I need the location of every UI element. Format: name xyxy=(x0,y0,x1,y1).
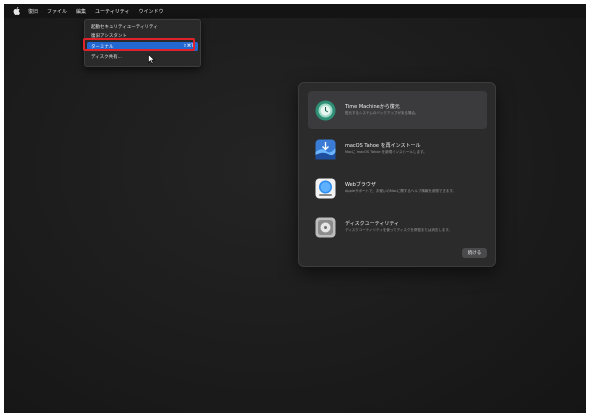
time-machine-icon xyxy=(315,100,336,121)
macos-installer-icon xyxy=(315,139,336,160)
menu-bar: 復旧 ファイル 編集 ユーティリティ ウインドウ xyxy=(4,4,586,18)
option-subtitle: 復元するシステムのバックアップがある場合。 xyxy=(345,111,419,115)
recovery-options-window: Time Machineから復元 復元するシステムのバックアップがある場合。 m… xyxy=(298,82,496,267)
menu-utilities[interactable]: ユーティリティ xyxy=(95,8,129,15)
option-reinstall-macos[interactable]: macOS Tahoe を再インストール Macに macOS Tahoe を新… xyxy=(308,130,487,168)
option-title: ディスクユーティリティ xyxy=(345,221,400,227)
option-time-machine-restore[interactable]: Time Machineから復元 復元するシステムのバックアップがある場合。 xyxy=(308,91,487,129)
option-subtitle: Appleサポートで、お使いのMacに関するヘルプ情報を参照できます。 xyxy=(345,189,457,193)
apple-menu-icon[interactable] xyxy=(12,7,20,16)
continue-button[interactable]: 続ける xyxy=(462,248,487,258)
option-disk-utility[interactable]: ディスクユーティリティ ディスクユーティリティを使ってディスクを修復または消去し… xyxy=(308,208,487,246)
menu-file[interactable]: ファイル xyxy=(47,8,67,15)
option-subtitle: Macに macOS Tahoe を新規インストールします。 xyxy=(345,150,427,154)
mouse-pointer-icon xyxy=(148,49,156,64)
option-web-browser[interactable]: Webブラウザ Appleサポートで、お使いのMacに関するヘルプ情報を参照でき… xyxy=(308,169,487,207)
option-title: Time Machineから復元 xyxy=(345,104,400,110)
safari-icon xyxy=(315,178,336,199)
menu-item-share-disk[interactable]: ディスク共有... xyxy=(91,54,122,60)
annotation-highlight-box xyxy=(83,38,195,51)
disk-utility-icon xyxy=(315,217,336,238)
option-subtitle: ディスクユーティリティを使ってディスクを修復または消去します。 xyxy=(345,228,453,232)
desktop: 復旧 ファイル 編集 ユーティリティ ウインドウ 起動セキュリティユーティリティ… xyxy=(4,4,586,413)
menu-item-startup-security-utility[interactable]: 起動セキュリティユーティリティ xyxy=(91,24,158,30)
menu-recovery[interactable]: 復旧 xyxy=(28,8,38,15)
option-title: macOS Tahoe を再インストール xyxy=(345,143,421,149)
menu-window[interactable]: ウインドウ xyxy=(138,8,163,15)
option-title: Webブラウザ xyxy=(345,182,376,188)
menu-edit[interactable]: 編集 xyxy=(76,8,86,15)
